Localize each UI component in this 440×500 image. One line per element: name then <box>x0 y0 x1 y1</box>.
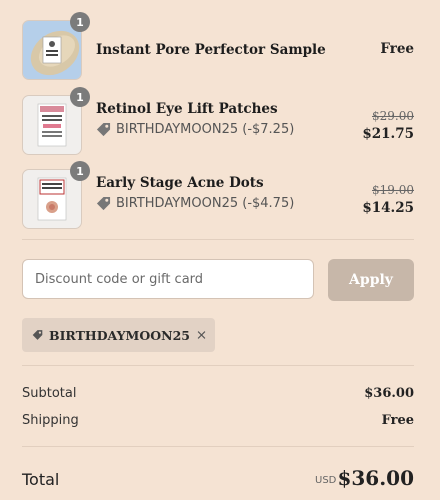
tag-icon <box>96 196 111 211</box>
close-icon[interactable] <box>196 327 207 343</box>
tag-icon <box>32 330 43 340</box>
quantity-badge: 1 <box>70 12 90 32</box>
divider <box>22 446 414 447</box>
item-name: Early Stage Acne Dots <box>96 175 264 191</box>
discount-code-input[interactable] <box>22 259 314 299</box>
divider <box>22 365 414 366</box>
item-price: $14.25 <box>362 200 414 216</box>
tag-icon <box>96 122 111 137</box>
line-item: 1 Retinol Eye Lift Patches BIRTHDAYMOON2… <box>22 87 414 155</box>
item-price: Free <box>380 41 414 57</box>
item-price: $21.75 <box>362 126 414 142</box>
total-label: Total <box>22 470 60 489</box>
line-item: 1 Early Stage Acne Dots BIRTHDAYMOON25 (… <box>22 161 414 229</box>
item-name: Retinol Eye Lift Patches <box>96 101 278 117</box>
currency-label: USD <box>315 475 337 486</box>
total-value: $36.00 <box>337 466 414 490</box>
original-price: $19.00 <box>372 183 414 197</box>
line-item: 1 Instant Pore Perfector Sample Free <box>22 12 414 80</box>
quantity-badge: 1 <box>70 87 90 107</box>
shipping-label: Shipping <box>22 413 79 428</box>
apply-button[interactable]: Apply <box>328 259 414 301</box>
shipping-value: Free <box>381 413 414 428</box>
quantity-badge: 1 <box>70 161 90 181</box>
original-price: $29.00 <box>372 109 414 123</box>
product-thumbnail: 1 <box>22 12 90 80</box>
product-image <box>23 170 81 228</box>
item-discount: BIRTHDAYMOON25 (-$7.25) <box>96 122 294 137</box>
subtotal-value: $36.00 <box>364 386 414 401</box>
product-thumbnail: 1 <box>22 87 90 155</box>
applied-code-label: BIRTHDAYMOON25 <box>49 327 190 343</box>
item-discount: BIRTHDAYMOON25 (-$4.75) <box>96 196 294 211</box>
product-image <box>23 96 81 154</box>
product-thumbnail: 1 <box>22 161 90 229</box>
divider <box>22 239 414 240</box>
discount-label: BIRTHDAYMOON25 (-$4.75) <box>116 196 295 211</box>
discount-label: BIRTHDAYMOON25 (-$7.25) <box>116 122 295 137</box>
product-image <box>23 21 81 79</box>
subtotal-label: Subtotal <box>22 386 77 401</box>
applied-discount-chip: BIRTHDAYMOON25 <box>22 318 215 352</box>
item-name: Instant Pore Perfector Sample <box>96 42 326 58</box>
